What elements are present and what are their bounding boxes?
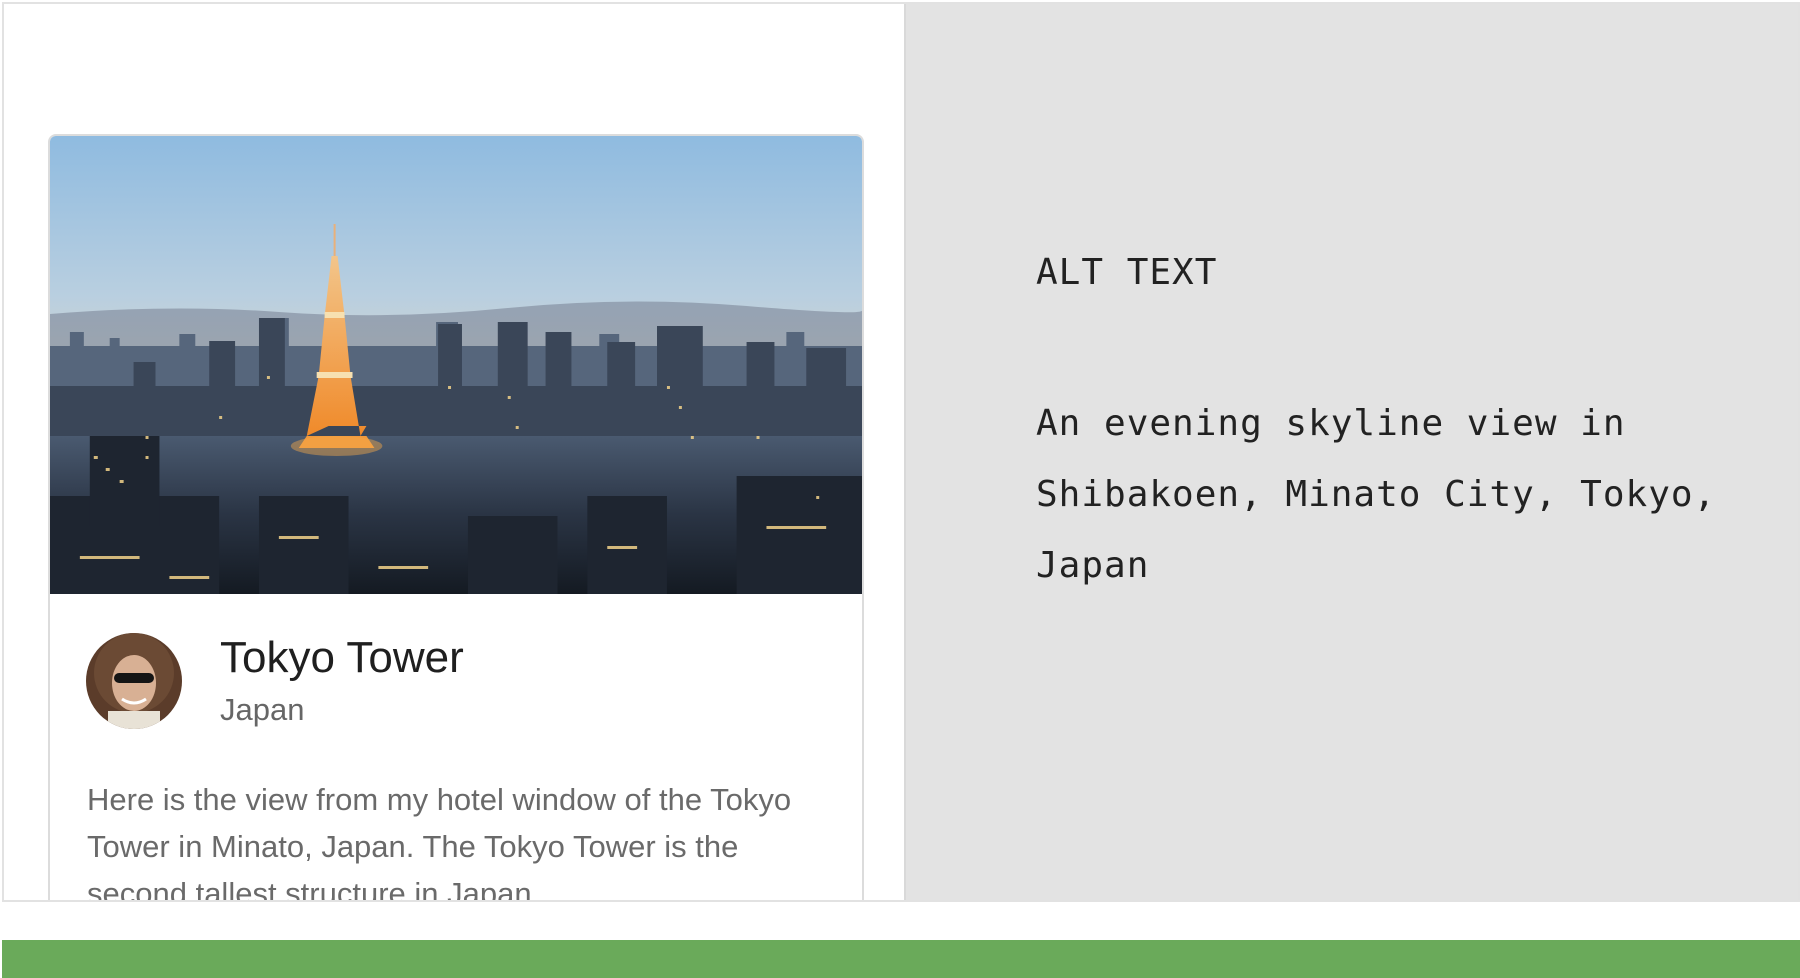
card-preview-pane: Tokyo Tower Japan Here is the view from …: [4, 4, 904, 902]
alt-text-heading: ALT TEXT: [1036, 252, 1218, 293]
place-card[interactable]: Tokyo Tower Japan Here is the view from …: [48, 134, 864, 902]
avatar-icon: [86, 633, 182, 729]
user-avatar[interactable]: [86, 633, 182, 729]
card-header-text: Tokyo Tower Japan: [220, 632, 464, 730]
card-description: Here is the view from my hotel window of…: [87, 782, 792, 902]
skyline-photo-icon: [50, 136, 862, 594]
tokyo-skyline-image: [50, 136, 862, 594]
card-title: Tokyo Tower: [220, 633, 464, 682]
card-subtitle: Japan: [220, 692, 305, 727]
alt-text-panel: ALT TEXT An evening skyline view in Shib…: [904, 4, 1798, 900]
alt-text-content: An evening skyline view in Shibakoen, Mi…: [1036, 403, 1717, 586]
example-frame: Tokyo Tower Japan Here is the view from …: [2, 2, 1800, 902]
card-header: Tokyo Tower Japan: [86, 632, 464, 730]
do-indicator-bar: [2, 940, 1800, 978]
